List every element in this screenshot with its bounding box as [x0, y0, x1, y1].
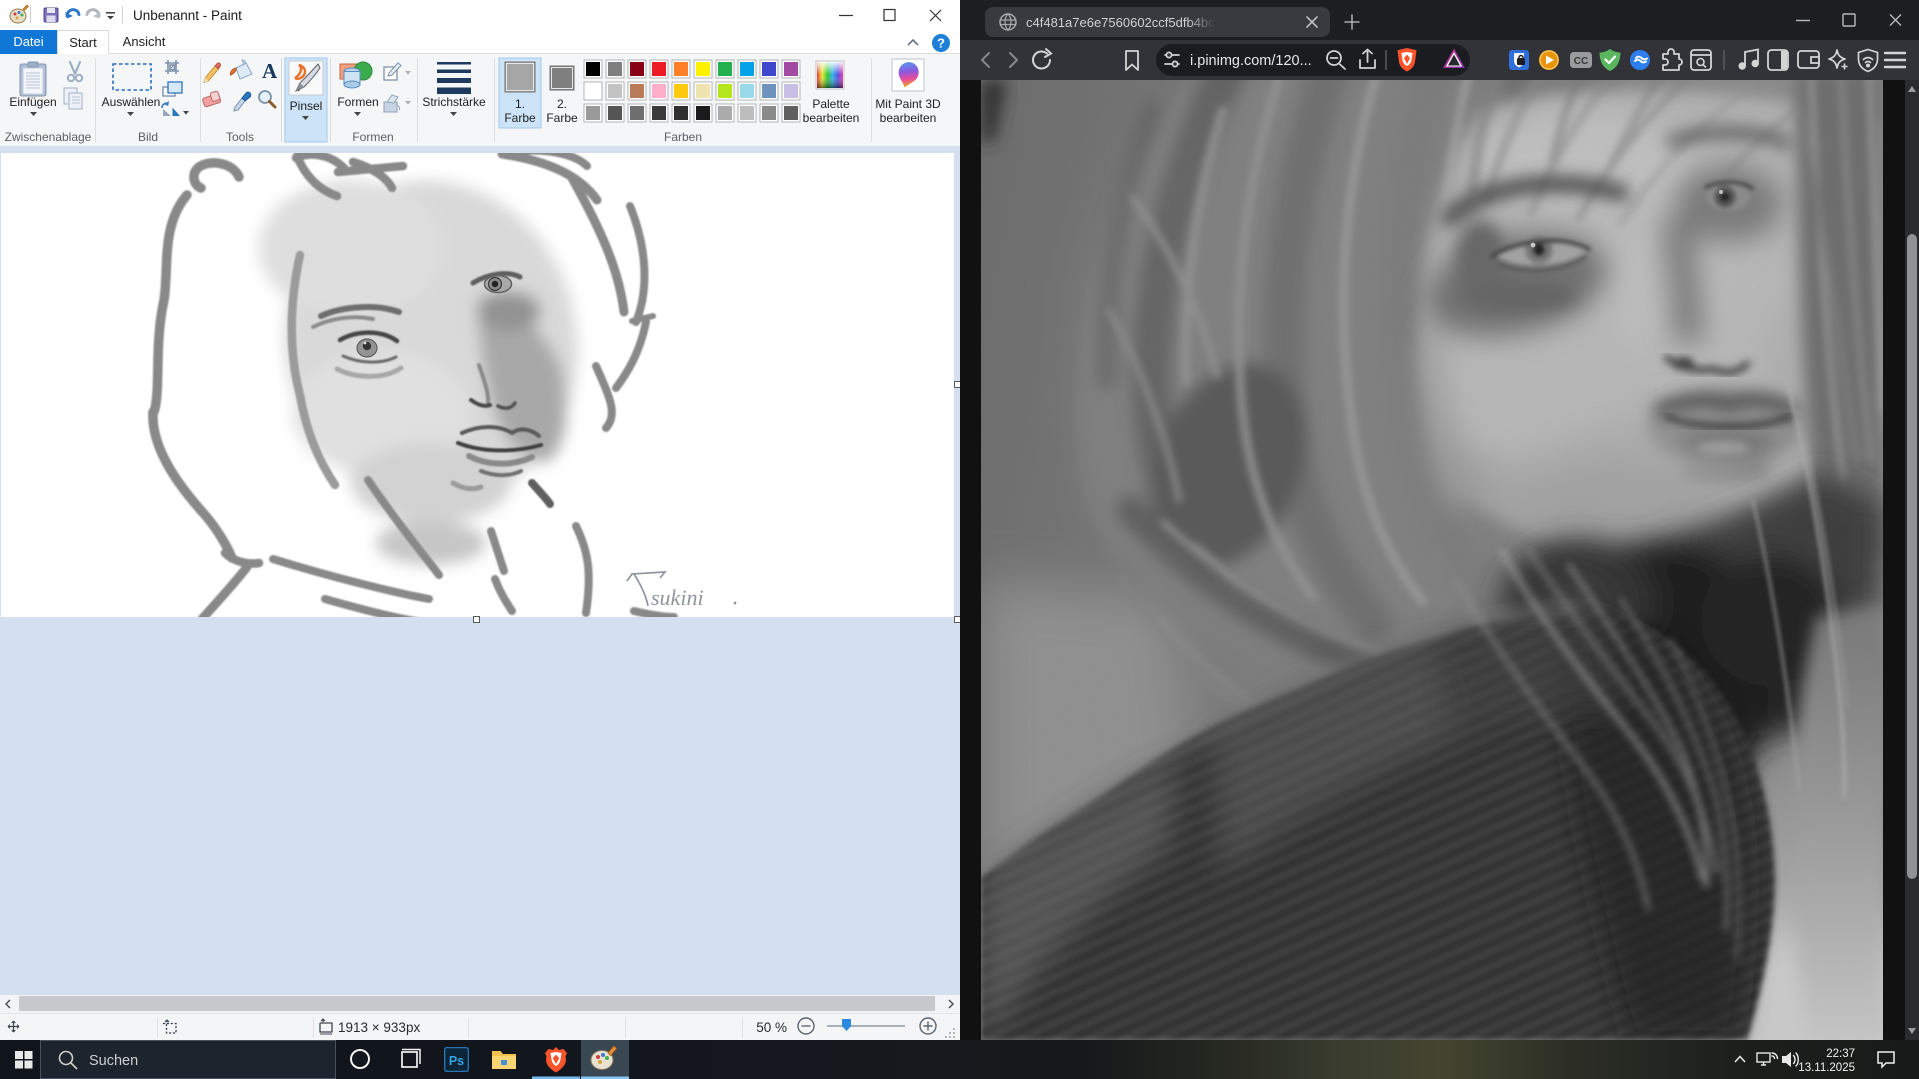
- svg-text:Einfügen: Einfügen: [9, 95, 56, 109]
- svg-text:Auswählen: Auswählen: [102, 95, 161, 109]
- svg-text:2.: 2.: [557, 97, 567, 111]
- svg-text:Unbenannt - Paint: Unbenannt - Paint: [133, 8, 242, 23]
- svg-text:bearbeiten: bearbeiten: [880, 111, 937, 125]
- svg-text:?: ?: [937, 36, 945, 51]
- svg-text:50 %: 50 %: [756, 1020, 787, 1035]
- svg-text:Pinsel: Pinsel: [290, 99, 323, 113]
- svg-text:Formen: Formen: [337, 95, 378, 109]
- svg-text:Mit Paint 3D: Mit Paint 3D: [875, 97, 941, 111]
- svg-text:bearbeiten: bearbeiten: [803, 111, 860, 125]
- svg-text:1.: 1.: [515, 97, 525, 111]
- svg-text:sukini: sukini: [651, 585, 704, 610]
- svg-text:1913 × 933px: 1913 × 933px: [338, 1020, 420, 1035]
- svg-text:Suchen: Suchen: [89, 1053, 138, 1069]
- svg-text:i.pinimg.com/120...: i.pinimg.com/120...: [1190, 53, 1312, 69]
- svg-text:Strichstärke: Strichstärke: [422, 95, 486, 109]
- svg-text:A: A: [262, 59, 278, 83]
- svg-text:Farbe: Farbe: [504, 111, 536, 125]
- svg-text:c4f481a7e6e7560602ccf5dfb4bc: c4f481a7e6e7560602ccf5dfb4bc: [1026, 15, 1215, 30]
- svg-text:Farbe: Farbe: [546, 111, 578, 125]
- svg-text:Palette: Palette: [812, 97, 850, 111]
- svg-text:CC: CC: [1574, 56, 1588, 67]
- svg-text:Ps: Ps: [449, 1054, 464, 1068]
- svg-text:13.11.2025: 13.11.2025: [1798, 1062, 1855, 1074]
- svg-text:22:37: 22:37: [1826, 1048, 1855, 1060]
